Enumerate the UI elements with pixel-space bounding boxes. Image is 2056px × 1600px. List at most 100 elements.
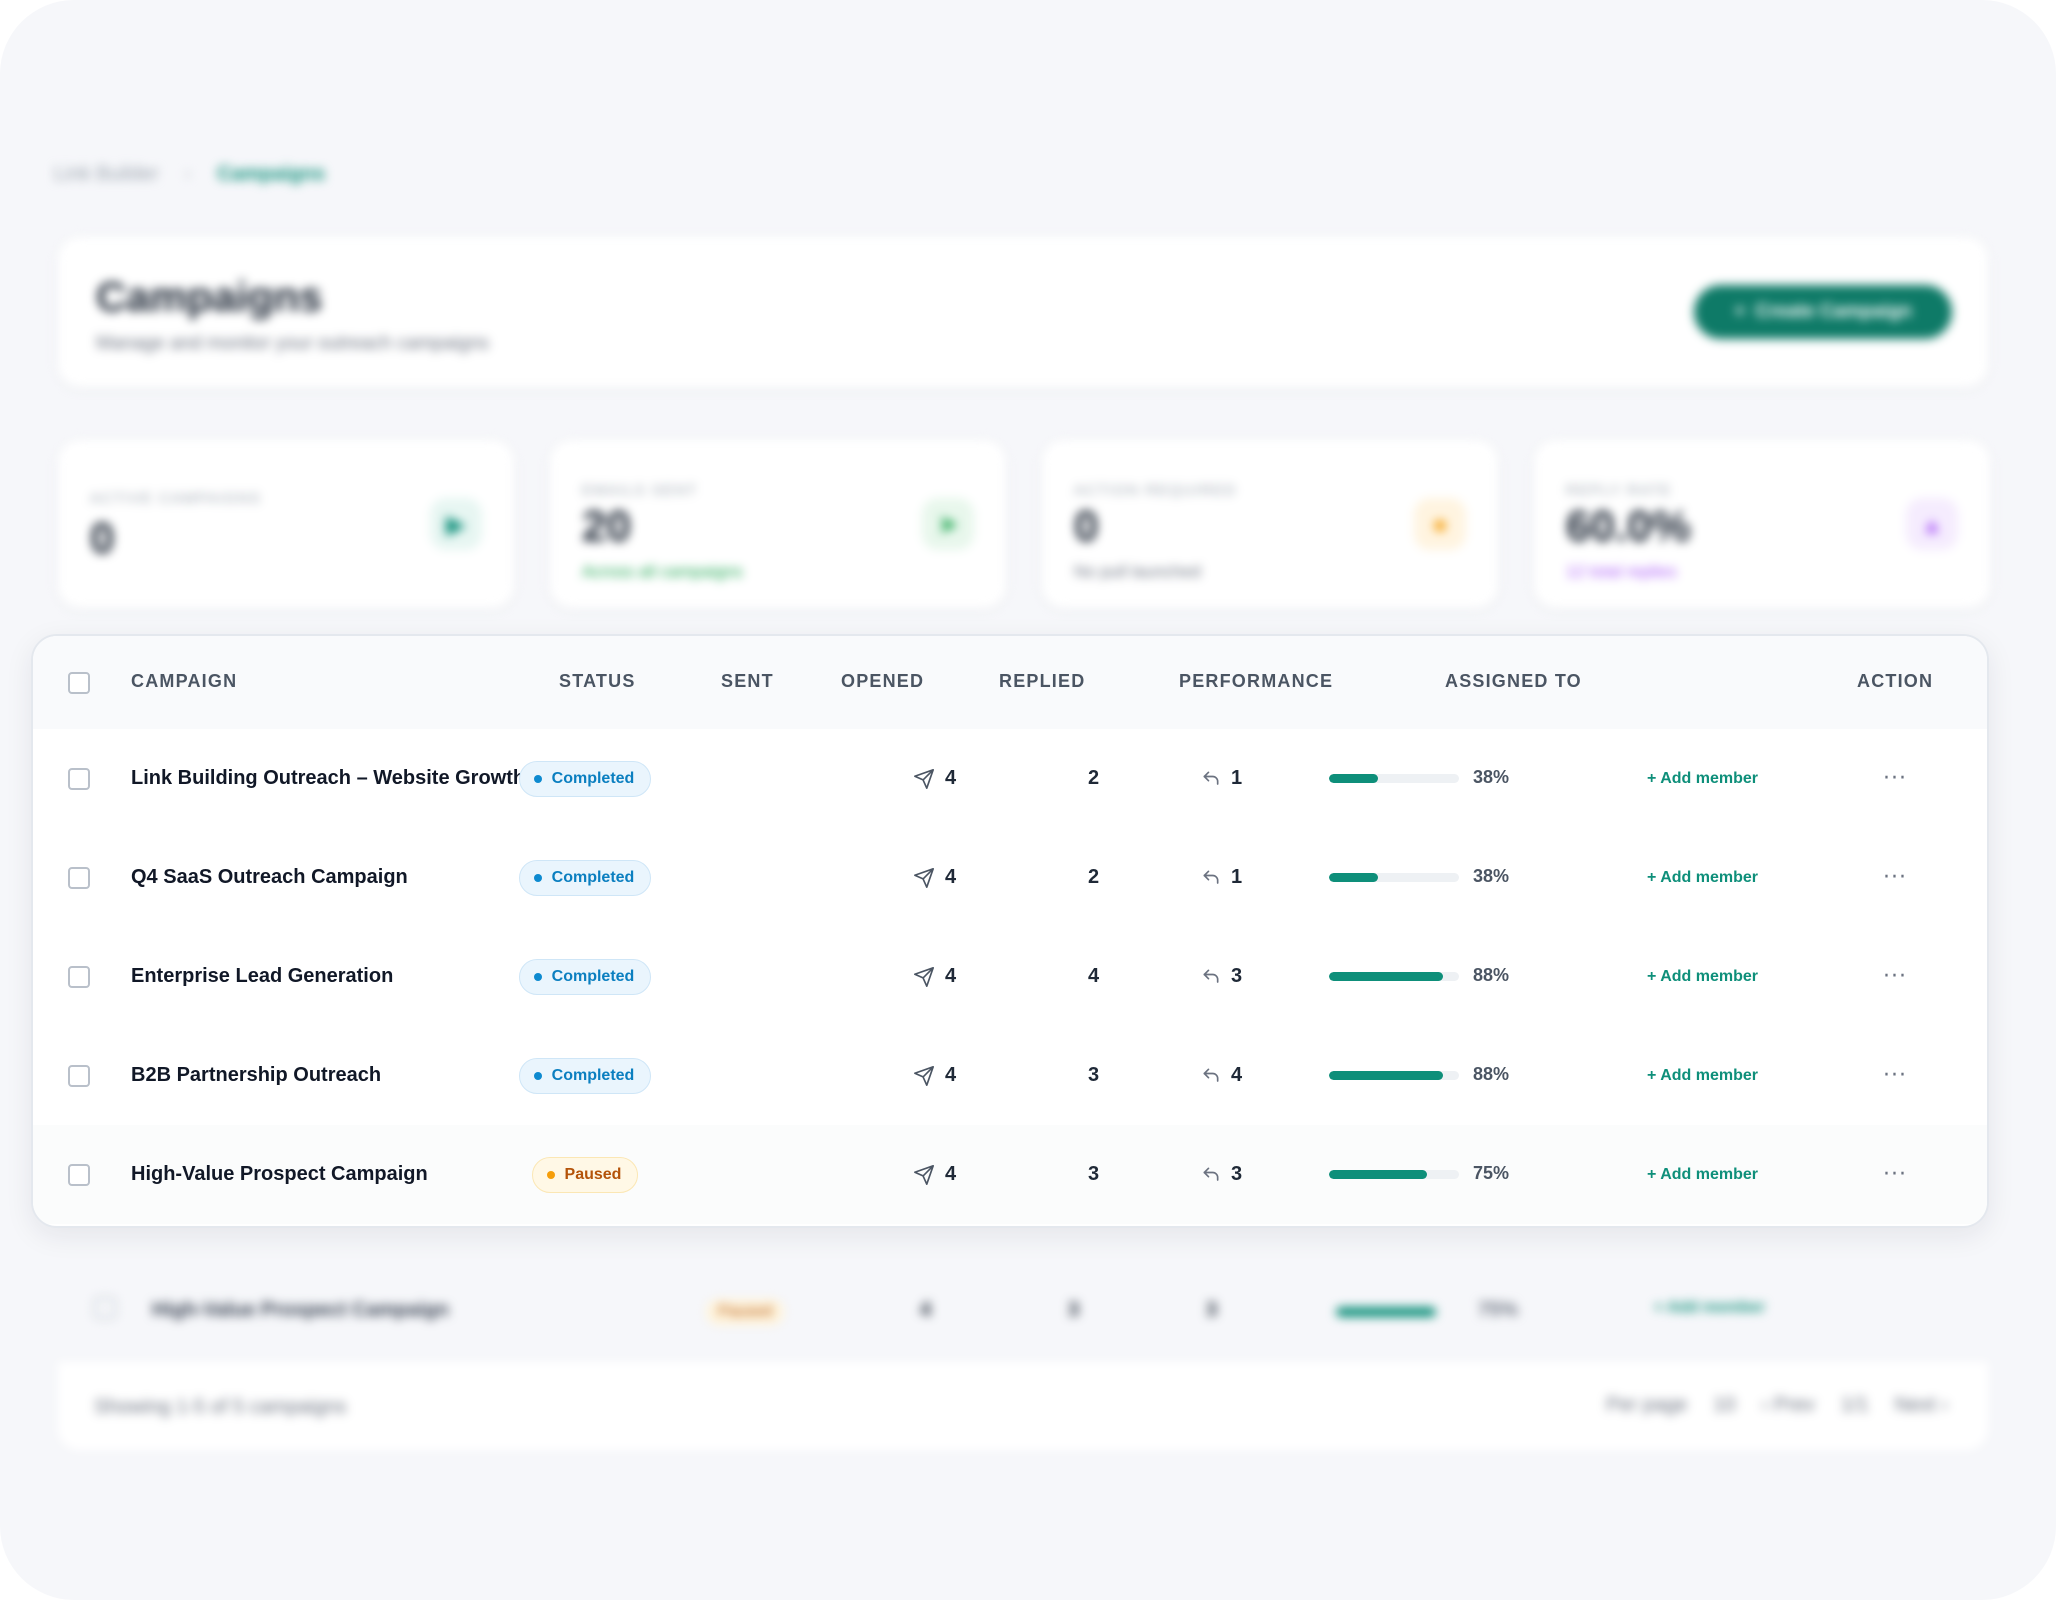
performance-bar-fill	[1329, 1170, 1427, 1179]
performance-bar-fill	[1329, 774, 1379, 783]
status-label: Completed	[551, 769, 635, 787]
replied-count: 3	[1231, 1163, 1243, 1185]
send-icon	[913, 1164, 935, 1186]
add-member-link[interactable]: + Add member	[1654, 1299, 1765, 1317]
send-icon: ➤	[922, 498, 974, 550]
add-member-button[interactable]: + Add member	[1647, 770, 1758, 788]
status-badge: Completed	[518, 958, 652, 995]
sent-count: 4	[945, 1163, 957, 1185]
column-header-assigned-to[interactable]: ASSIGNED TO	[1445, 671, 1582, 692]
add-member-button[interactable]: + Add member	[1647, 869, 1758, 887]
sent-count: 4	[945, 767, 957, 789]
pagination: Per page 10 ‹ Prev 1/1 Next ›	[1606, 1394, 1948, 1417]
column-header-opened[interactable]: OPENED	[841, 671, 924, 692]
status-dot-icon	[533, 873, 542, 882]
status-badge: Completed	[518, 760, 652, 797]
performance-percent: 88%	[1473, 965, 1510, 985]
performance-percent: 75%	[1478, 1299, 1519, 1321]
showing-count: Showing 1-5 of 5 campaigns	[94, 1396, 347, 1418]
page-subtitle: Manage and monitor your outreach campaig…	[96, 333, 489, 354]
stat-card-emails-sent: EMAILS SENT 20 Across all campaigns ➤	[550, 440, 1006, 608]
stat-card-active-campaigns: ACTIVE CAMPAIGNS 0 ▶	[58, 440, 514, 608]
status-label: Paused	[564, 1165, 622, 1183]
performance-bar	[1329, 873, 1459, 882]
table-row[interactable]: B2B Partnership Outreach Completed 4 3 4…	[33, 1026, 1987, 1126]
column-header-campaign[interactable]: CAMPAIGN	[131, 671, 237, 692]
performance-bar	[1329, 1071, 1459, 1080]
stat-label: ACTION REQUIRED	[1074, 482, 1237, 499]
stat-note: No pull launched	[1074, 562, 1201, 581]
campaigns-table: CAMPAIGN STATUS SENT OPENED REPLIED PERF…	[31, 634, 1989, 1228]
replied-count: 3	[1231, 965, 1243, 987]
select-all-checkbox[interactable]	[68, 672, 90, 694]
column-header-performance[interactable]: PERFORMANCE	[1179, 671, 1333, 692]
opened-count: 3	[1088, 1064, 1100, 1086]
column-header-status[interactable]: STATUS	[559, 671, 636, 692]
status-badge: Paused	[531, 1156, 639, 1193]
column-header-action: ACTION	[1857, 671, 1934, 691]
performance-percent: 38%	[1473, 767, 1510, 787]
opened-count: 2	[1088, 767, 1100, 789]
row-checkbox[interactable]	[94, 1297, 116, 1319]
stat-note: 12 total replies	[1566, 562, 1677, 581]
status-label: Completed	[551, 967, 635, 985]
status-label: Completed	[551, 1066, 635, 1084]
column-header-sent[interactable]: SENT	[721, 671, 774, 692]
send-icon	[913, 1065, 935, 1087]
more-actions-icon[interactable]: ···	[1883, 965, 1907, 988]
play-icon: ▶	[430, 498, 482, 550]
table-row[interactable]: High-Value Prospect Campaign Paused 4 3 …	[33, 1125, 1987, 1224]
chart-icon: ▴	[1906, 498, 1958, 550]
performance-percent: 75%	[1473, 1163, 1510, 1183]
stat-card-reply-rate: REPLY RATE 60.0% 12 total replies ▴	[1534, 440, 1990, 608]
performance-percent: 88%	[1473, 1064, 1510, 1084]
add-member-button[interactable]: + Add member	[1647, 968, 1758, 986]
reply-icon	[1201, 769, 1221, 789]
performance-bar-fill	[1329, 972, 1444, 981]
breadcrumb-separator: ›	[184, 163, 192, 185]
more-actions-icon[interactable]: ···	[1883, 866, 1907, 889]
more-actions-icon[interactable]: ···	[1883, 767, 1907, 790]
page-title: Campaigns	[96, 273, 323, 320]
per-page-label: Per page	[1606, 1394, 1688, 1416]
status-badge: Completed	[518, 1057, 652, 1094]
table-row[interactable]: Q4 SaaS Outreach Campaign Completed 4 2 …	[33, 828, 1987, 928]
send-icon	[913, 966, 935, 988]
status-dot-icon	[533, 1071, 542, 1080]
reply-icon	[1201, 868, 1221, 888]
stat-value: 60.0%	[1566, 502, 1691, 551]
reply-icon	[1201, 1066, 1221, 1086]
sent-count: 4	[945, 1064, 957, 1086]
table-footer: Showing 1-5 of 5 campaigns Per page 10 ‹…	[58, 1362, 1988, 1450]
more-actions-icon[interactable]: ···	[1883, 1163, 1907, 1186]
reply-icon	[1201, 1165, 1221, 1185]
stat-value: 0	[1074, 502, 1099, 551]
per-page-select[interactable]: 10	[1713, 1394, 1735, 1417]
add-member-button[interactable]: + Add member	[1647, 1166, 1758, 1184]
add-member-button[interactable]: + Add member	[1647, 1067, 1758, 1085]
column-header-replied[interactable]: REPLIED	[999, 671, 1085, 692]
stat-card-action-required: ACTION REQUIRED 0 No pull launched ●	[1042, 440, 1498, 608]
table-header: CAMPAIGN STATUS SENT OPENED REPLIED PERF…	[33, 636, 1987, 731]
app-frame: Link Builder › Campaigns Campaigns Manag…	[0, 0, 2056, 1600]
status-dot-icon	[546, 1170, 555, 1179]
breadcrumb-parent[interactable]: Link Builder	[54, 163, 159, 186]
performance-bar	[1329, 774, 1459, 783]
sent-count: 4	[920, 1299, 932, 1321]
campaign-name: High-Value Prospect Campaign	[152, 1299, 449, 1321]
table-row[interactable]: Enterprise Lead Generation Completed 4 4…	[33, 927, 1987, 1027]
status-dot-icon	[533, 972, 542, 981]
opened-count: 4	[1088, 965, 1100, 987]
replied-count: 1	[1231, 767, 1243, 789]
performance-bar-fill	[1329, 1071, 1444, 1080]
stat-value: 0	[90, 514, 115, 563]
prev-page-button[interactable]: ‹ Prev	[1762, 1394, 1815, 1417]
sent-count: 4	[945, 965, 957, 987]
status-label: Completed	[551, 868, 635, 886]
create-campaign-button[interactable]: + Create Campaign	[1694, 285, 1952, 339]
replied-count: 4	[1231, 1064, 1243, 1086]
background-table-row: High-Value Prospect Campaign Paused 4 3 …	[58, 1267, 1988, 1357]
next-page-button[interactable]: Next ›	[1895, 1394, 1948, 1417]
table-row[interactable]: Link Building Outreach – Website Growth …	[33, 729, 1987, 829]
more-actions-icon[interactable]: ···	[1883, 1064, 1907, 1087]
